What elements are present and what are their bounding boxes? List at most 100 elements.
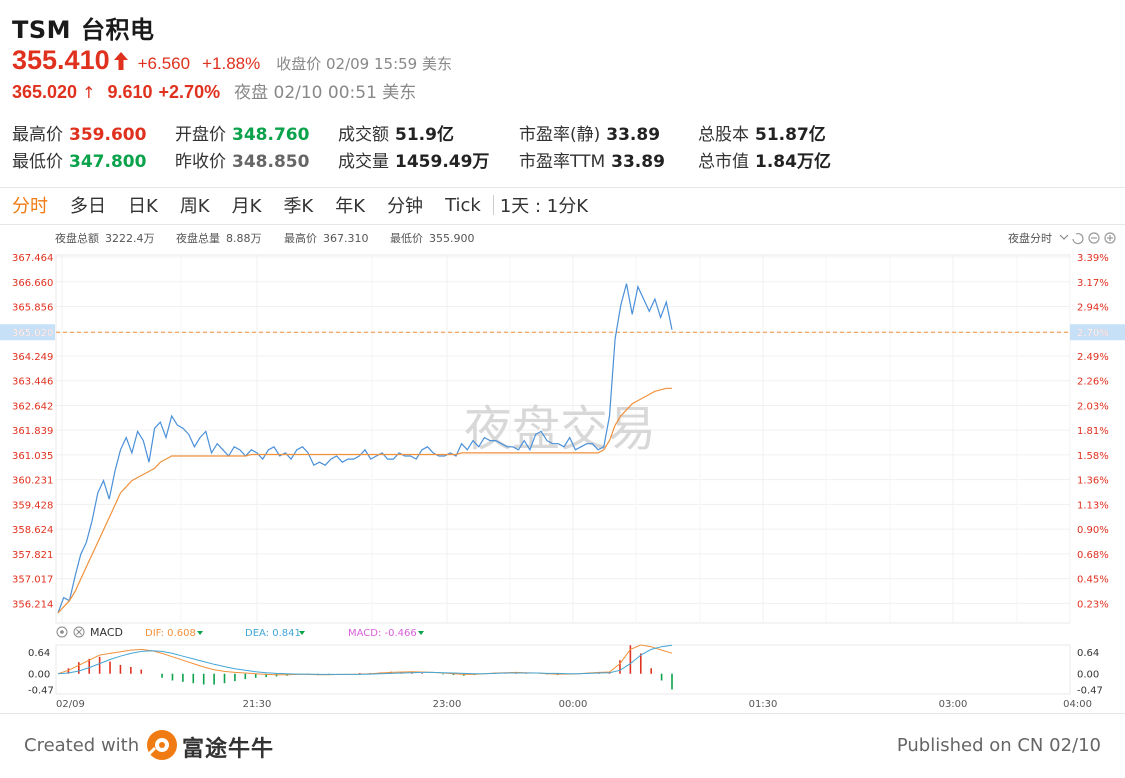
y-tick-label-right: 2.49% — [1077, 352, 1109, 363]
y-tick-label-right: 2.70% — [1077, 328, 1109, 339]
y-tick-label-right: 1.58% — [1077, 451, 1109, 462]
stat-shares: 总股本 51.87亿 — [698, 125, 826, 145]
info-high: 最高价 367.310 — [284, 231, 369, 245]
price-change: +6.560 — [137, 54, 191, 73]
y-tick-label-right: 2.94% — [1077, 303, 1109, 314]
stat-pe-static: 市盈率(静) 33.89 — [519, 125, 661, 145]
y-tick-label-right: 1.13% — [1077, 500, 1109, 511]
stat-turnover: 成交额 51.9亿 — [338, 125, 454, 145]
y-tick-label: 361.839 — [12, 426, 53, 437]
y-tick-label: 359.428 — [12, 500, 53, 511]
y-tick-label-right: 1.81% — [1077, 426, 1109, 437]
y-axis-left: 367.464 366.660 365.856 365.020 364.249 363.4… — [12, 253, 53, 610]
x-tick-label: 01:30 — [749, 699, 778, 710]
y-tick-label-right: 0.23% — [1077, 599, 1109, 610]
quote-stats: 最高价 359.600 最低价 347.800 开盘价 348.760 昨收价 348.… — [0, 120, 1125, 180]
divider — [0, 187, 1125, 188]
info-night-volume: 夜盘总量 8.88万 — [176, 231, 262, 245]
x-tick-label: 21:30 — [243, 699, 272, 710]
tab-minute[interactable]: 分钟 — [387, 192, 423, 218]
info-night-turnover: 夜盘总额 3222.4万 — [55, 231, 155, 245]
futu-logo-icon — [147, 730, 177, 760]
tab-multi-day[interactable]: 多日 — [70, 192, 106, 218]
last-price: 355.410 — [12, 45, 110, 75]
y-tick-label: 365.856 — [12, 303, 53, 314]
x-tick-label: 04:00 — [1063, 699, 1092, 710]
stat-market-cap: 总市值 1.84万亿 — [698, 152, 831, 172]
tab-tick[interactable]: Tick — [445, 195, 481, 216]
stat-high: 最高价 359.600 — [12, 125, 147, 145]
company-name: 台积电 — [81, 16, 155, 44]
night-change-pct: +2.70% — [158, 82, 221, 102]
macd-dea-label: DEA: 0.841 — [245, 628, 301, 639]
x-tick-label: 02/09 — [56, 699, 85, 710]
y-tick-label-right: 1.36% — [1077, 476, 1109, 487]
y-tick-label: 357.017 — [12, 575, 53, 586]
y-tick-label: 362.642 — [12, 401, 53, 412]
tab-yearly-k[interactable]: 年K — [335, 192, 365, 218]
x-tick-label: 23:00 — [433, 699, 462, 710]
macd-tick-label-right: 0.00 — [1077, 670, 1099, 681]
up-arrow-icon — [113, 52, 128, 70]
y-tick-label: 356.214 — [12, 599, 53, 610]
tab-weekly-k[interactable]: 周K — [180, 192, 210, 218]
info-low: 最低价 355.900 — [390, 232, 475, 245]
macd-tick-label-right: 0.64 — [1077, 648, 1099, 659]
y-tick-label: 364.249 — [12, 352, 53, 363]
y-tick-label: 365.020 — [12, 328, 53, 339]
y-tick-label: 358.624 — [12, 525, 53, 536]
y-tick-label: 367.464 — [12, 253, 53, 264]
stat-prev-close: 昨收价 348.850 — [175, 152, 310, 172]
macd-value-label: MACD: -0.466 — [348, 628, 417, 639]
y-axis-right: 3.39% 3.17% 2.94% 2.70% 2.49% 2.26% 2.03% 1.81%… — [1077, 253, 1109, 610]
tab-monthly-k[interactable]: 月K — [232, 192, 262, 218]
night-price-row: 365.020 ↑ 9.610 +2.70% 夜盘 02/10 00:51 美东 — [12, 78, 416, 103]
created-with-text: Created with — [24, 735, 140, 756]
y-tick-label: 360.231 — [12, 476, 53, 487]
y-tick-label-right: 0.45% — [1077, 575, 1109, 586]
tab-separator — [492, 195, 494, 215]
tab-daily-k[interactable]: 日K — [128, 192, 158, 218]
night-price: 365.020 — [12, 82, 78, 102]
y-tick-label: 366.660 — [12, 278, 53, 289]
x-tick-label: 03:00 — [939, 699, 968, 710]
macd-frame — [55, 644, 1071, 695]
y-tick-label-right: 3.39% — [1077, 253, 1109, 264]
macd-title: MACD — [90, 626, 123, 639]
y-tick-label-right: 0.90% — [1077, 525, 1109, 536]
stock-title: TSM 台积电 — [12, 10, 155, 45]
y-tick-label: 361.035 — [12, 451, 53, 462]
range-selector[interactable]: 1天 : 1分K — [500, 192, 588, 218]
triangle-down-icon — [197, 631, 203, 635]
ticker-symbol: TSM — [12, 16, 72, 44]
y-tick-label-right: 2.26% — [1077, 377, 1109, 388]
x-axis: 02/09 21:30 23:00 00:00 01:30 03:00 04:00 — [56, 699, 1092, 710]
reset-icon[interactable] — [1072, 233, 1084, 245]
y-tick-label-right: 3.17% — [1077, 278, 1109, 289]
chevron-down-icon[interactable] — [1059, 234, 1069, 240]
footer: Created with 富途牛牛 Published on CN 02/10 — [0, 713, 1125, 778]
stat-pe-ttm: 市盈率TTM 33.89 — [519, 152, 665, 172]
tab-quarterly-k[interactable]: 季K — [283, 192, 313, 218]
intraday-chart[interactable]: 夜盘总额 3222.4万 夜盘总量 8.88万 最高价 367.310 最低价 355.… — [0, 225, 1125, 715]
tab-intraday[interactable]: 分时 — [12, 192, 48, 218]
brand-name: 富途牛牛 — [182, 737, 275, 762]
chart-tabs: 分时 多日 日K 周K 月K 季K 年K 分钟 Tick 1天 : 1分K — [12, 192, 610, 218]
mode-selector[interactable]: 夜盘分时 — [1008, 231, 1052, 245]
macd-tick-label-right: -0.47 — [1077, 686, 1103, 697]
night-change: 9.610 — [107, 82, 153, 102]
night-timestamp: 夜盘 02/10 00:51 美东 — [234, 83, 417, 103]
night-up-arrow-icon: ↑ — [82, 83, 96, 102]
price-row: 355.410 +6.560 +1.88% 收盘价 02/09 15:59 美东 — [12, 45, 452, 76]
y-tick-label-right: 0.68% — [1077, 550, 1109, 561]
chart-canvas: 夜盘总额 3222.4万 夜盘总量 8.88万 最高价 367.310 最低价 355.… — [0, 231, 1125, 710]
y-tick-label: 357.821 — [12, 550, 53, 561]
macd-tick-label: 0.00 — [28, 670, 50, 681]
macd-dif-label: DIF: 0.608 — [145, 628, 196, 639]
x-tick-label: 00:00 — [559, 699, 588, 710]
published-text: Published on CN 02/10 — [896, 735, 1101, 756]
macd-dea-line — [57, 644, 673, 675]
y-tick-label: 363.446 — [12, 377, 53, 388]
macd-panel: 0.64 0.64 0.00 0.00 -0.47 -0.47 — [28, 644, 1103, 697]
y-tick-label-right: 2.03% — [1077, 401, 1109, 412]
